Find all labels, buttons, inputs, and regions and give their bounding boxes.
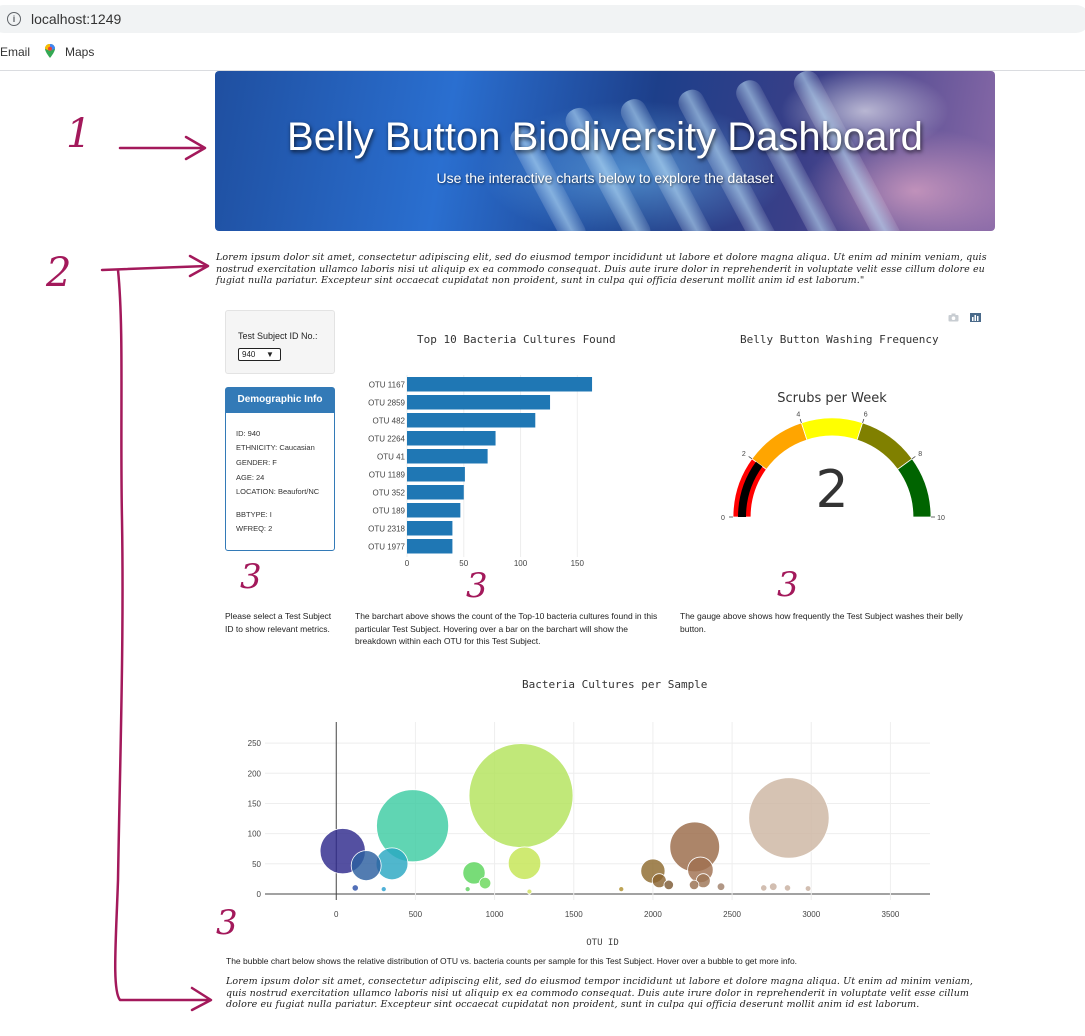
bubble-x-axis-label: OTU ID: [586, 938, 619, 945]
bubble[interactable]: [350, 850, 382, 882]
gauge-tick-label: 10: [937, 515, 945, 522]
bar-x-tick-label: 100: [514, 559, 528, 568]
gauge-tick-label: 0: [721, 515, 725, 522]
bar-y-tick-label: OTU 1977: [368, 542, 405, 551]
gauge-tick-label: 4: [796, 411, 800, 418]
camera-icon[interactable]: [948, 313, 959, 322]
demographic-gender: GENDER: F: [236, 458, 277, 467]
bubble[interactable]: [464, 886, 471, 893]
gauge-tick-label: 6: [864, 411, 868, 418]
bubble-chart-title: Bacteria Cultures per Sample: [522, 678, 708, 691]
gauge-tick-label: 8: [918, 451, 922, 458]
bubble[interactable]: [783, 884, 792, 892]
bar-chart-caption: The barchart above shows the count of th…: [355, 611, 658, 646]
bar[interactable]: [407, 503, 461, 518]
selector-caption: Please select a Test Subject ID to show …: [225, 611, 332, 634]
gauge-tick: [862, 418, 865, 423]
gauge-subtitle: Scrubs per Week: [777, 391, 887, 406]
bar-y-tick-label: OTU 189: [373, 506, 406, 515]
bar-y-tick-label: OTU 1189: [369, 470, 406, 479]
bubble[interactable]: [760, 884, 768, 892]
bar-y-tick-label: OTU 2318: [368, 524, 405, 533]
dropdown-value: 940: [242, 350, 256, 359]
bar[interactable]: [407, 485, 464, 500]
bubble-y-tick-label: 50: [252, 860, 261, 869]
bar-y-tick-label: OTU 352: [373, 488, 406, 497]
gauge-band: [800, 417, 864, 441]
bar[interactable]: [407, 467, 465, 482]
bar[interactable]: [407, 449, 488, 464]
bubble-y-tick-label: 250: [248, 739, 262, 748]
bar[interactable]: [407, 395, 551, 410]
gauge-tick: [748, 456, 753, 460]
bar-x-tick-label: 0: [405, 559, 410, 568]
demographic-ethnicity: ETHNICITY: Caucasian: [236, 443, 315, 452]
bubble[interactable]: [380, 886, 387, 893]
demographic-location: LOCATION: Beaufort/NC: [236, 487, 320, 496]
gauge-tick: [799, 418, 802, 423]
bar[interactable]: [407, 377, 593, 392]
gauge-band: [856, 422, 913, 470]
bubble[interactable]: [769, 882, 778, 891]
subject-id-dropdown[interactable]: 940 ▼: [238, 348, 281, 361]
bubble-y-tick-label: 100: [248, 830, 262, 839]
bar[interactable]: [407, 521, 453, 536]
bubble-x-tick-label: 2500: [723, 910, 741, 919]
bubble[interactable]: [478, 876, 492, 890]
bar-y-tick-label: OTU 41: [377, 452, 406, 461]
bubble-chart[interactable]: 0501001502002500 500 1000 1500 2000 2500 3000 3…: [240, 700, 950, 945]
bubble-x-tick-label: 0: [334, 910, 339, 919]
bar-x-tick-label: 50: [459, 559, 468, 568]
bubble-x-tick-label: 1000: [486, 910, 504, 919]
bubble-x-tick-label: 2000: [644, 910, 662, 919]
gauge-chart[interactable]: Scrubs per Week 0 2 4 6 8 10 2: [700, 380, 960, 530]
selector-label: Test Subject ID No.:: [238, 331, 318, 341]
footer-paragraph: Lorem ipsum dolor sit amet, consectetur …: [226, 976, 974, 1010]
bubble-y-tick-label: 150: [248, 799, 262, 808]
subject-selector-panel: Test Subject ID No.: 940 ▼: [225, 310, 335, 374]
plotly-logo-icon[interactable]: [970, 313, 981, 322]
demographic-info-panel: Demographic Info ID: 940 ETHNICITY: Cauc…: [225, 387, 335, 551]
bubble-y-tick-label: 200: [248, 769, 262, 778]
bar-y-tick-label: OTU 482: [373, 416, 406, 425]
bubble-chart-caption: The bubble chart below shows the relativ…: [226, 956, 798, 966]
bar-y-tick-label: OTU 2264: [368, 434, 405, 443]
bubble-x-tick-label: 3500: [882, 910, 900, 919]
bubble-x-tick-label: 500: [409, 910, 423, 919]
bubble[interactable]: [618, 886, 625, 893]
bar[interactable]: [407, 413, 536, 428]
bubble[interactable]: [351, 884, 359, 892]
bar-y-tick-label: OTU 2859: [368, 398, 405, 407]
bar-y-tick-label: OTU 1167: [369, 380, 406, 389]
demographic-wfreq: WFREQ: 2: [236, 524, 273, 533]
bubble[interactable]: [468, 743, 574, 849]
bubble[interactable]: [716, 882, 726, 891]
gauge-value: 2: [815, 460, 848, 520]
bubble-x-tick-label: 1500: [565, 910, 583, 919]
bar-chart-title: Top 10 Bacteria Cultures Found: [417, 333, 616, 346]
bubble[interactable]: [663, 879, 674, 891]
gauge-chart-title: Belly Button Washing Frequency: [740, 333, 939, 346]
gauge-band: [751, 422, 808, 470]
bubble[interactable]: [526, 888, 533, 895]
gauge-tick-label: 2: [742, 451, 746, 458]
gauge-band: [896, 458, 932, 518]
demographic-age: AGE: 24: [236, 473, 265, 482]
bar-x-tick-label: 150: [571, 559, 585, 568]
gauge-tick: [911, 456, 916, 460]
bar-chart[interactable]: 0 50 100 150 OTU 1167 OTU 2859 OTU 482 OTU 2264…: [340, 360, 600, 570]
bar[interactable]: [407, 539, 453, 554]
bubble-x-tick-label: 3000: [802, 910, 820, 919]
bubble[interactable]: [748, 777, 830, 859]
bubble[interactable]: [688, 879, 700, 891]
bubble[interactable]: [804, 885, 812, 892]
demographic-bbtype: BBTYPE: I: [236, 510, 272, 519]
bubble-y-tick-label: 0: [257, 890, 262, 899]
bar[interactable]: [407, 431, 496, 446]
chevron-down-icon: ▼: [266, 350, 274, 359]
gauge-caption: The gauge above shows how frequently the…: [680, 611, 963, 634]
bubble[interactable]: [507, 846, 542, 880]
demographic-id: ID: 940: [236, 429, 261, 438]
demographic-info-title: Demographic Info: [226, 388, 334, 413]
